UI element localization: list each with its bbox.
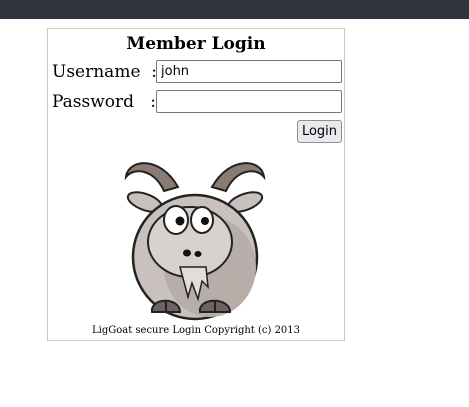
login-title: Member Login (126, 34, 266, 54)
goat-mascot-icon (124, 162, 266, 321)
login-button[interactable]: Login (297, 120, 342, 143)
copyright-footer: LigGoat secure Login Copyright (c) 2013 (91, 325, 301, 336)
username-field[interactable] (156, 60, 342, 83)
password-field[interactable] (156, 90, 342, 113)
username-label: Username : (52, 62, 158, 82)
password-label: Password : (52, 92, 156, 112)
browser-top-bar (0, 0, 469, 19)
login-panel: Member Login Username : Password : Login… (47, 28, 345, 341)
